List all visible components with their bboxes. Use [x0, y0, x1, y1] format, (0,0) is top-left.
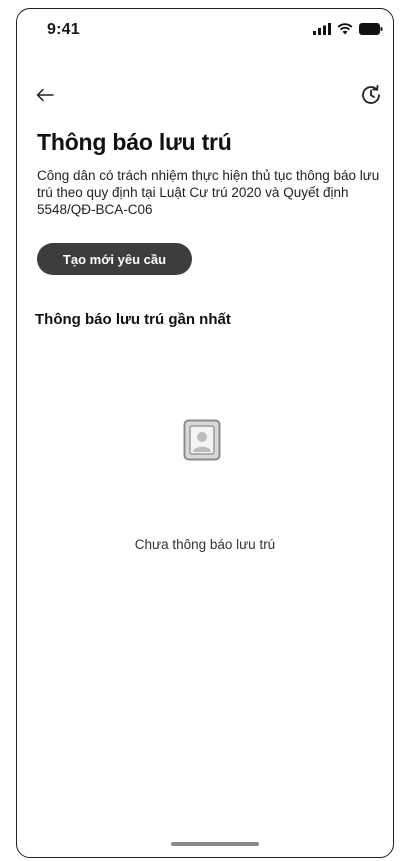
wifi-icon [337, 23, 353, 35]
status-time: 9:41 [47, 21, 80, 38]
signal-icon [313, 23, 331, 35]
home-indicator[interactable] [171, 842, 259, 846]
section-title-recent: Thông báo lưu trú gần nhất [35, 311, 231, 328]
history-clock-icon [362, 84, 380, 104]
nav-bar [17, 77, 393, 113]
status-bar: 9:41 [17, 9, 393, 53]
page-title: Thông báo lưu trú [37, 129, 232, 155]
create-request-button[interactable]: Tạo mới yêu cầu [37, 243, 192, 275]
empty-document-icon [183, 419, 221, 461]
back-button[interactable] [31, 81, 59, 109]
status-icons [313, 23, 383, 35]
empty-state-message: Chưa thông báo lưu trú [134, 537, 276, 552]
battery-icon [359, 23, 383, 35]
arrow-left-icon [36, 88, 54, 102]
page-description: Công dân có trách nhiệm thực hiện thủ tụ… [37, 168, 380, 217]
phone-screen: 9:41 Thông báo lưu trú Công dân có trách… [16, 8, 394, 858]
history-button[interactable] [355, 79, 387, 111]
